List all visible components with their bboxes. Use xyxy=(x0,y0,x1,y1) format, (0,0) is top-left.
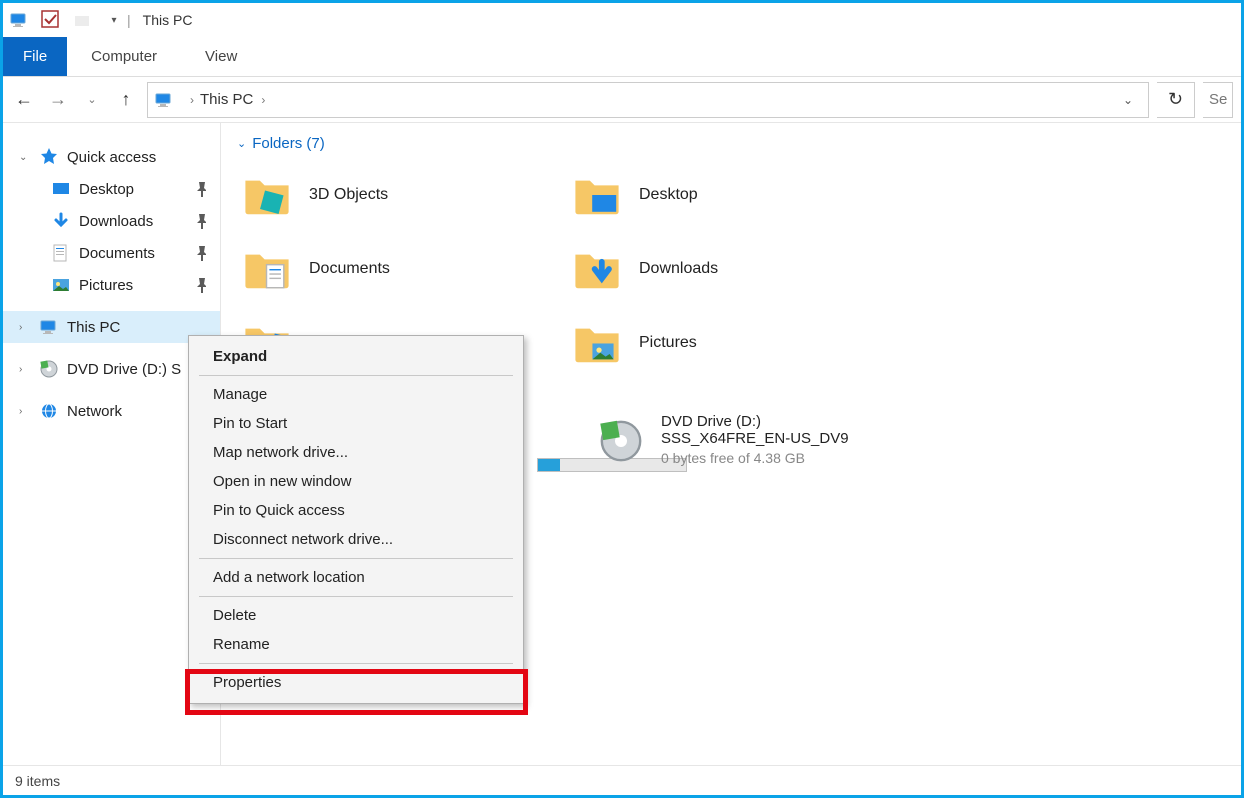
forward-button[interactable]: → xyxy=(45,87,71,113)
chevron-right-icon[interactable]: › xyxy=(19,364,31,375)
ctx-separator xyxy=(199,558,513,559)
pin-icon xyxy=(193,182,206,197)
properties-icon[interactable] xyxy=(41,10,61,30)
ribbon-view-tab[interactable]: View xyxy=(181,37,261,76)
chevron-right-icon[interactable]: › xyxy=(19,322,31,333)
tree-downloads[interactable]: Downloads xyxy=(3,205,220,237)
status-bar: 9 items xyxy=(3,765,1241,795)
ribbon: File Computer View xyxy=(3,37,1241,77)
folder-icon xyxy=(573,171,621,219)
address-bar[interactable]: › This PC › ⌄ xyxy=(147,82,1149,118)
folder-icon xyxy=(243,171,291,219)
folder-icon xyxy=(573,245,621,293)
tree-label: This PC xyxy=(67,319,120,336)
pc-icon xyxy=(39,317,59,337)
search-input[interactable]: Se xyxy=(1203,82,1233,118)
chevron-right-icon[interactable]: › xyxy=(261,93,265,107)
ctx-open-new-window[interactable]: Open in new window xyxy=(189,467,523,496)
ctx-pin-quick-access[interactable]: Pin to Quick access xyxy=(189,496,523,525)
folder-downloads[interactable]: Downloads xyxy=(567,232,897,306)
download-icon xyxy=(51,211,71,231)
new-folder-icon[interactable] xyxy=(73,10,93,30)
explorer-window: ▾ | This PC File Computer View ← → ⌄ ↑ ›… xyxy=(0,0,1244,798)
title-separator: | xyxy=(127,12,131,28)
folder-3d-objects[interactable]: 3D Objects xyxy=(237,158,567,232)
ctx-pin-start[interactable]: Pin to Start xyxy=(189,409,523,438)
pc-icon xyxy=(9,10,29,30)
breadcrumb-root[interactable]: This PC xyxy=(200,91,253,108)
folder-label: Downloads xyxy=(639,260,718,278)
ctx-map-drive[interactable]: Map network drive... xyxy=(189,438,523,467)
tree-label: Pictures xyxy=(79,277,133,294)
status-item-count: 9 items xyxy=(15,773,60,789)
up-button[interactable]: ↑ xyxy=(113,87,139,113)
ctx-manage[interactable]: Manage xyxy=(189,380,523,409)
drive-dvd[interactable]: DVD Drive (D:) SSS_X64FRE_EN-US_DV9 0 by… xyxy=(591,409,921,470)
folder-documents[interactable]: Documents xyxy=(237,232,567,306)
folder-label: Pictures xyxy=(639,334,697,352)
drive-name: DVD Drive (D:) xyxy=(661,413,849,430)
pc-icon xyxy=(154,90,174,110)
nav-bar: ← → ⌄ ↑ › This PC › ⌄ ↻ Se xyxy=(3,77,1241,123)
ctx-separator xyxy=(199,663,513,664)
tree-label: DVD Drive (D:) S xyxy=(67,361,181,378)
folder-pictures[interactable]: Pictures xyxy=(567,306,897,380)
ctx-disconnect-drive[interactable]: Disconnect network drive... xyxy=(189,525,523,554)
qat-dropdown-icon[interactable]: ▾ xyxy=(109,15,119,25)
folder-label: Desktop xyxy=(639,186,698,204)
tree-quick-access[interactable]: ⌄ Quick access xyxy=(3,141,220,173)
section-label: Folders (7) xyxy=(252,135,325,152)
document-icon xyxy=(51,243,71,263)
chevron-down-icon: ⌄ xyxy=(237,137,246,150)
network-icon xyxy=(39,401,59,421)
back-button[interactable]: ← xyxy=(11,87,37,113)
desktop-icon xyxy=(51,179,71,199)
ctx-expand[interactable]: Expand xyxy=(189,342,523,371)
tree-label: Network xyxy=(67,403,122,420)
drive-subtext: 0 bytes free of 4.38 GB xyxy=(661,450,849,466)
tree-label: Quick access xyxy=(67,149,156,166)
folder-icon xyxy=(573,319,621,367)
tree-documents[interactable]: Documents xyxy=(3,237,220,269)
ctx-delete[interactable]: Delete xyxy=(189,601,523,630)
ribbon-file-tab[interactable]: File xyxy=(3,37,67,76)
chevron-right-icon[interactable]: › xyxy=(190,93,194,107)
tree-pictures[interactable]: Pictures xyxy=(3,269,220,301)
window-title: This PC xyxy=(143,12,193,28)
tree-label: Downloads xyxy=(79,213,153,230)
context-menu: Expand Manage Pin to Start Map network d… xyxy=(188,335,524,704)
folder-icon xyxy=(243,245,291,293)
folder-desktop[interactable]: Desktop xyxy=(567,158,897,232)
ctx-separator xyxy=(199,375,513,376)
ctx-rename[interactable]: Rename xyxy=(189,630,523,659)
folder-label: Documents xyxy=(309,260,390,278)
ctx-separator xyxy=(199,596,513,597)
pin-icon xyxy=(193,278,206,293)
refresh-button[interactable]: ↻ xyxy=(1157,82,1195,118)
section-folders-header[interactable]: ⌄ Folders (7) xyxy=(237,135,1225,152)
tree-label: Documents xyxy=(79,245,155,262)
quick-access-toolbar: ▾ xyxy=(9,10,119,30)
tree-desktop[interactable]: Desktop xyxy=(3,173,220,205)
star-icon xyxy=(39,147,59,167)
pin-icon xyxy=(193,214,206,229)
recent-locations-icon[interactable]: ⌄ xyxy=(79,87,105,113)
pin-icon xyxy=(193,246,206,261)
picture-icon xyxy=(51,275,71,295)
chevron-right-icon[interactable]: › xyxy=(19,406,31,417)
chevron-down-icon[interactable]: ⌄ xyxy=(19,152,31,163)
drive-name-2: SSS_X64FRE_EN-US_DV9 xyxy=(661,430,849,447)
ribbon-computer-tab[interactable]: Computer xyxy=(67,37,181,76)
folder-label: 3D Objects xyxy=(309,186,388,204)
ctx-add-network-location[interactable]: Add a network location xyxy=(189,563,523,592)
address-dropdown-icon[interactable]: ⌄ xyxy=(1114,93,1142,107)
ctx-properties[interactable]: Properties xyxy=(189,668,523,697)
title-bar: ▾ | This PC xyxy=(3,3,1241,37)
disc-icon xyxy=(597,417,645,465)
tree-label: Desktop xyxy=(79,181,134,198)
disc-icon xyxy=(39,359,59,379)
